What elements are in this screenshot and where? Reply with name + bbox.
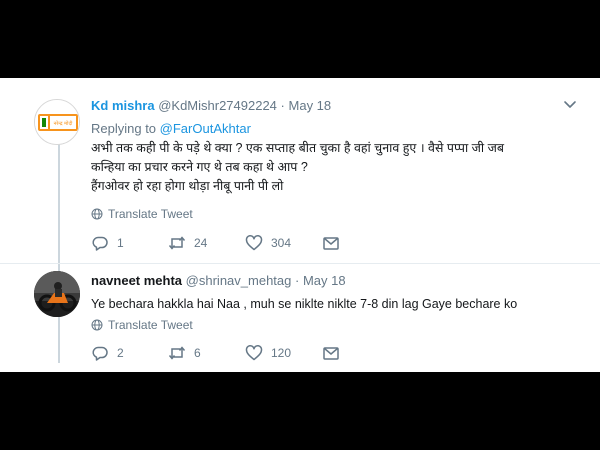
tweet-date[interactable]: May 18 bbox=[289, 98, 332, 113]
globe-icon bbox=[91, 208, 103, 220]
translate-tweet-link[interactable]: Translate Tweet bbox=[91, 207, 193, 221]
tweet-date[interactable]: May 18 bbox=[303, 273, 346, 288]
retweet-button[interactable]: 6 bbox=[168, 344, 245, 362]
tweet-text-line: कन्हिया का प्रचार करने गए थे तब कहा थे आ… bbox=[91, 160, 308, 174]
message-icon bbox=[323, 347, 339, 360]
separator-dot: · bbox=[295, 273, 300, 288]
tweet-text: अभी तक कही पी के पड़े थे क्या ? एक सप्ता… bbox=[91, 139, 581, 196]
tweet-thread-panel: नरेन्द्र मोदी Kd mishra @KdMishr27492224… bbox=[0, 78, 600, 372]
retweet-count: 24 bbox=[194, 236, 208, 250]
reply-icon bbox=[92, 346, 108, 361]
tweet-text-line: Ye bechara hakkla hai Naa , muh se niklt… bbox=[91, 297, 518, 311]
heart-icon bbox=[245, 345, 263, 361]
display-name[interactable]: Kd mishra bbox=[91, 98, 155, 113]
tweet-header: Kd mishra @KdMishr27492224 · May 18 bbox=[91, 98, 331, 113]
heart-icon bbox=[245, 235, 263, 251]
direct-message-button[interactable] bbox=[322, 344, 352, 362]
message-icon bbox=[323, 237, 339, 250]
avatar-logo-text: नरेन्द्र मोदी bbox=[54, 120, 74, 127]
reply-button[interactable]: 1 bbox=[91, 234, 168, 252]
user-handle[interactable]: @KdMishr27492224 bbox=[158, 98, 277, 113]
display-name[interactable]: navneet mehta bbox=[91, 273, 182, 288]
like-button[interactable]: 120 bbox=[245, 344, 322, 362]
mention-link[interactable]: @FarOutAkhtar bbox=[160, 121, 251, 136]
retweet-icon bbox=[168, 346, 186, 360]
translate-label: Translate Tweet bbox=[108, 207, 193, 221]
tweet-text-line: हैंगओवर हो रहा होगा थोड़ा नीबू पानी पी ल… bbox=[91, 179, 284, 193]
tweet-actions: 2 6 120 bbox=[91, 344, 352, 362]
user-handle[interactable]: @shrinav_mehtag bbox=[186, 273, 292, 288]
retweet-icon bbox=[168, 236, 186, 250]
retweet-count: 6 bbox=[194, 346, 201, 360]
reply-button[interactable]: 2 bbox=[91, 344, 168, 362]
tweet[interactable]: नरेन्द्र मोदी Kd mishra @KdMishr27492224… bbox=[0, 78, 600, 264]
retweet-button[interactable]: 24 bbox=[168, 234, 245, 252]
tweet-text-line: अभी तक कही पी के पड़े थे क्या ? एक सप्ता… bbox=[91, 141, 505, 155]
translate-label: Translate Tweet bbox=[108, 318, 193, 332]
reply-count: 2 bbox=[117, 346, 124, 360]
avatar[interactable]: नरेन्द्र मोदी bbox=[34, 99, 80, 145]
separator-dot: · bbox=[280, 98, 285, 113]
tweet-actions: 1 24 304 bbox=[91, 234, 352, 252]
tweet[interactable]: navneet mehta @shrinav_mehtag · May 18 Y… bbox=[0, 264, 600, 372]
globe-icon bbox=[91, 319, 103, 331]
replying-to: Replying to @FarOutAkhtar bbox=[91, 121, 251, 136]
replying-prefix: Replying to bbox=[91, 121, 157, 136]
direct-message-button[interactable] bbox=[322, 234, 352, 252]
reply-icon bbox=[92, 236, 108, 251]
tweet-header: navneet mehta @shrinav_mehtag · May 18 bbox=[91, 273, 346, 288]
reply-count: 1 bbox=[117, 236, 124, 250]
like-count: 120 bbox=[271, 346, 292, 360]
tweet-text: Ye bechara hakkla hai Naa , muh se niklt… bbox=[91, 295, 581, 314]
like-count: 304 bbox=[271, 236, 292, 250]
avatar[interactable] bbox=[34, 271, 80, 317]
chevron-down-icon[interactable] bbox=[562, 96, 578, 112]
like-button[interactable]: 304 bbox=[245, 234, 322, 252]
translate-tweet-link[interactable]: Translate Tweet bbox=[91, 318, 193, 332]
